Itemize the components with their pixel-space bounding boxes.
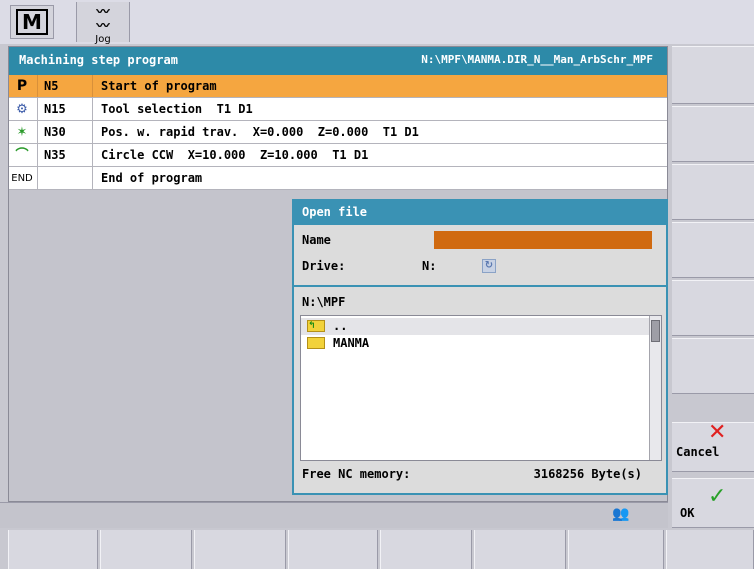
folder-icon [307,337,325,349]
rapid-traverse-icon: ✶ [16,125,28,140]
program-row[interactable]: END End of program [9,167,667,190]
block-number: N30 [44,125,66,139]
scrollbar-thumb[interactable] [651,320,660,342]
users-icon: 👥 [612,506,630,522]
horizontal-softkey-5[interactable] [380,530,472,569]
name-label: Name [302,233,331,247]
file-list[interactable]: ↰ .. MANMA [300,315,662,461]
horizontal-softkey-2[interactable] [100,530,192,569]
program-start-icon: P [16,78,28,94]
program-title: Machining step program [19,53,178,67]
tool-icon: ⚙ [16,102,28,117]
softkey-5[interactable] [672,280,754,336]
block-number-cell: N5 [37,75,93,97]
file-list-item[interactable]: ↰ .. [301,318,649,335]
name-input[interactable] [434,231,652,249]
status-bar [0,502,668,528]
softkey-6[interactable] [672,338,754,394]
cancel-x-icon: ✕ [708,420,727,445]
block-number-cell: N30 [37,121,93,143]
program-path: N:\MPF\MANMA.DIR_N__Man_ArbSchr_MPF [421,53,653,66]
ok-label: OK [680,506,695,520]
program-row[interactable]: ✶ N30 Pos. w. rapid trav. X=0.000 Z=0.000 … [9,121,667,144]
program-step-text: Circle CCW X=10.000 Z=10.000 T1 D1 [101,148,369,162]
parent-folder-icon: ↰ [307,320,325,332]
current-path: N:\MPF [302,295,346,309]
program-row[interactable]: ⌒ N35 Circle CCW X=10.000 Z=10.000 T1 D1 [9,144,667,167]
softkey-4[interactable] [672,222,754,278]
drive-value: N: [422,259,437,273]
block-number-cell: N15 [37,98,93,120]
file-name: .. [333,319,348,333]
drive-label: Drive: [302,259,346,273]
softkey-1[interactable] [672,46,754,104]
horizontal-softkey-1[interactable] [8,530,98,569]
softkey-2[interactable] [672,106,754,162]
program-step-text: Tool selection T1 D1 [101,102,253,116]
ok-check-icon: ✓ [708,484,727,509]
file-list-scrollbar[interactable] [649,316,661,460]
machine-mode-button[interactable]: M [10,5,54,39]
horizontal-softkey-3[interactable] [194,530,286,569]
block-number-cell [37,167,93,189]
jog-mode-button[interactable]: 〰〰 Jog [76,2,130,45]
program-end-icon: END [11,173,33,184]
program-step-text: Start of program [101,79,217,93]
circle-ccw-icon: ⌒ [15,148,29,163]
file-list-item[interactable]: MANMA [301,335,649,352]
program-row[interactable]: ⚙ N15 Tool selection T1 D1 [9,98,667,121]
program-title-bar: Machining step program N:\MPF\MANMA.DIR_… [9,47,667,75]
machine-mode-label: M [16,9,48,35]
program-step-text: End of program [101,171,203,185]
top-mode-bar: M 〰〰 Jog [0,0,754,45]
horizontal-softkey-4[interactable] [288,530,378,569]
block-number: N15 [44,102,66,116]
jog-wave-icon: 〰〰 [96,5,110,34]
horizontal-softkey-7[interactable] [568,530,664,569]
jog-mode-label: Jog [95,34,111,45]
drive-toggle-icon[interactable]: ↻ [482,259,496,273]
block-number-cell: N35 [37,144,93,166]
open-file-dialog: Open file Name Drive: N: ↻ N:\MPF ↰ .. M… [292,199,668,495]
dialog-title: Open file [294,201,666,225]
block-number: N5 [44,79,59,93]
block-number: N35 [44,148,66,162]
memory-value: 3168256 Byte(s) [533,467,642,481]
program-step-text: Pos. w. rapid trav. X=0.000 Z=0.000 T1 D… [101,125,419,139]
cancel-label: Cancel [676,445,720,459]
memory-label: Free NC memory: [302,467,411,481]
dialog-separator [294,285,666,287]
softkey-3[interactable] [672,164,754,220]
file-name: MANMA [333,336,370,350]
horizontal-softkey-6[interactable] [474,530,566,569]
program-row[interactable]: P N5 Start of program [9,75,667,98]
horizontal-softkey-8[interactable] [666,530,754,569]
